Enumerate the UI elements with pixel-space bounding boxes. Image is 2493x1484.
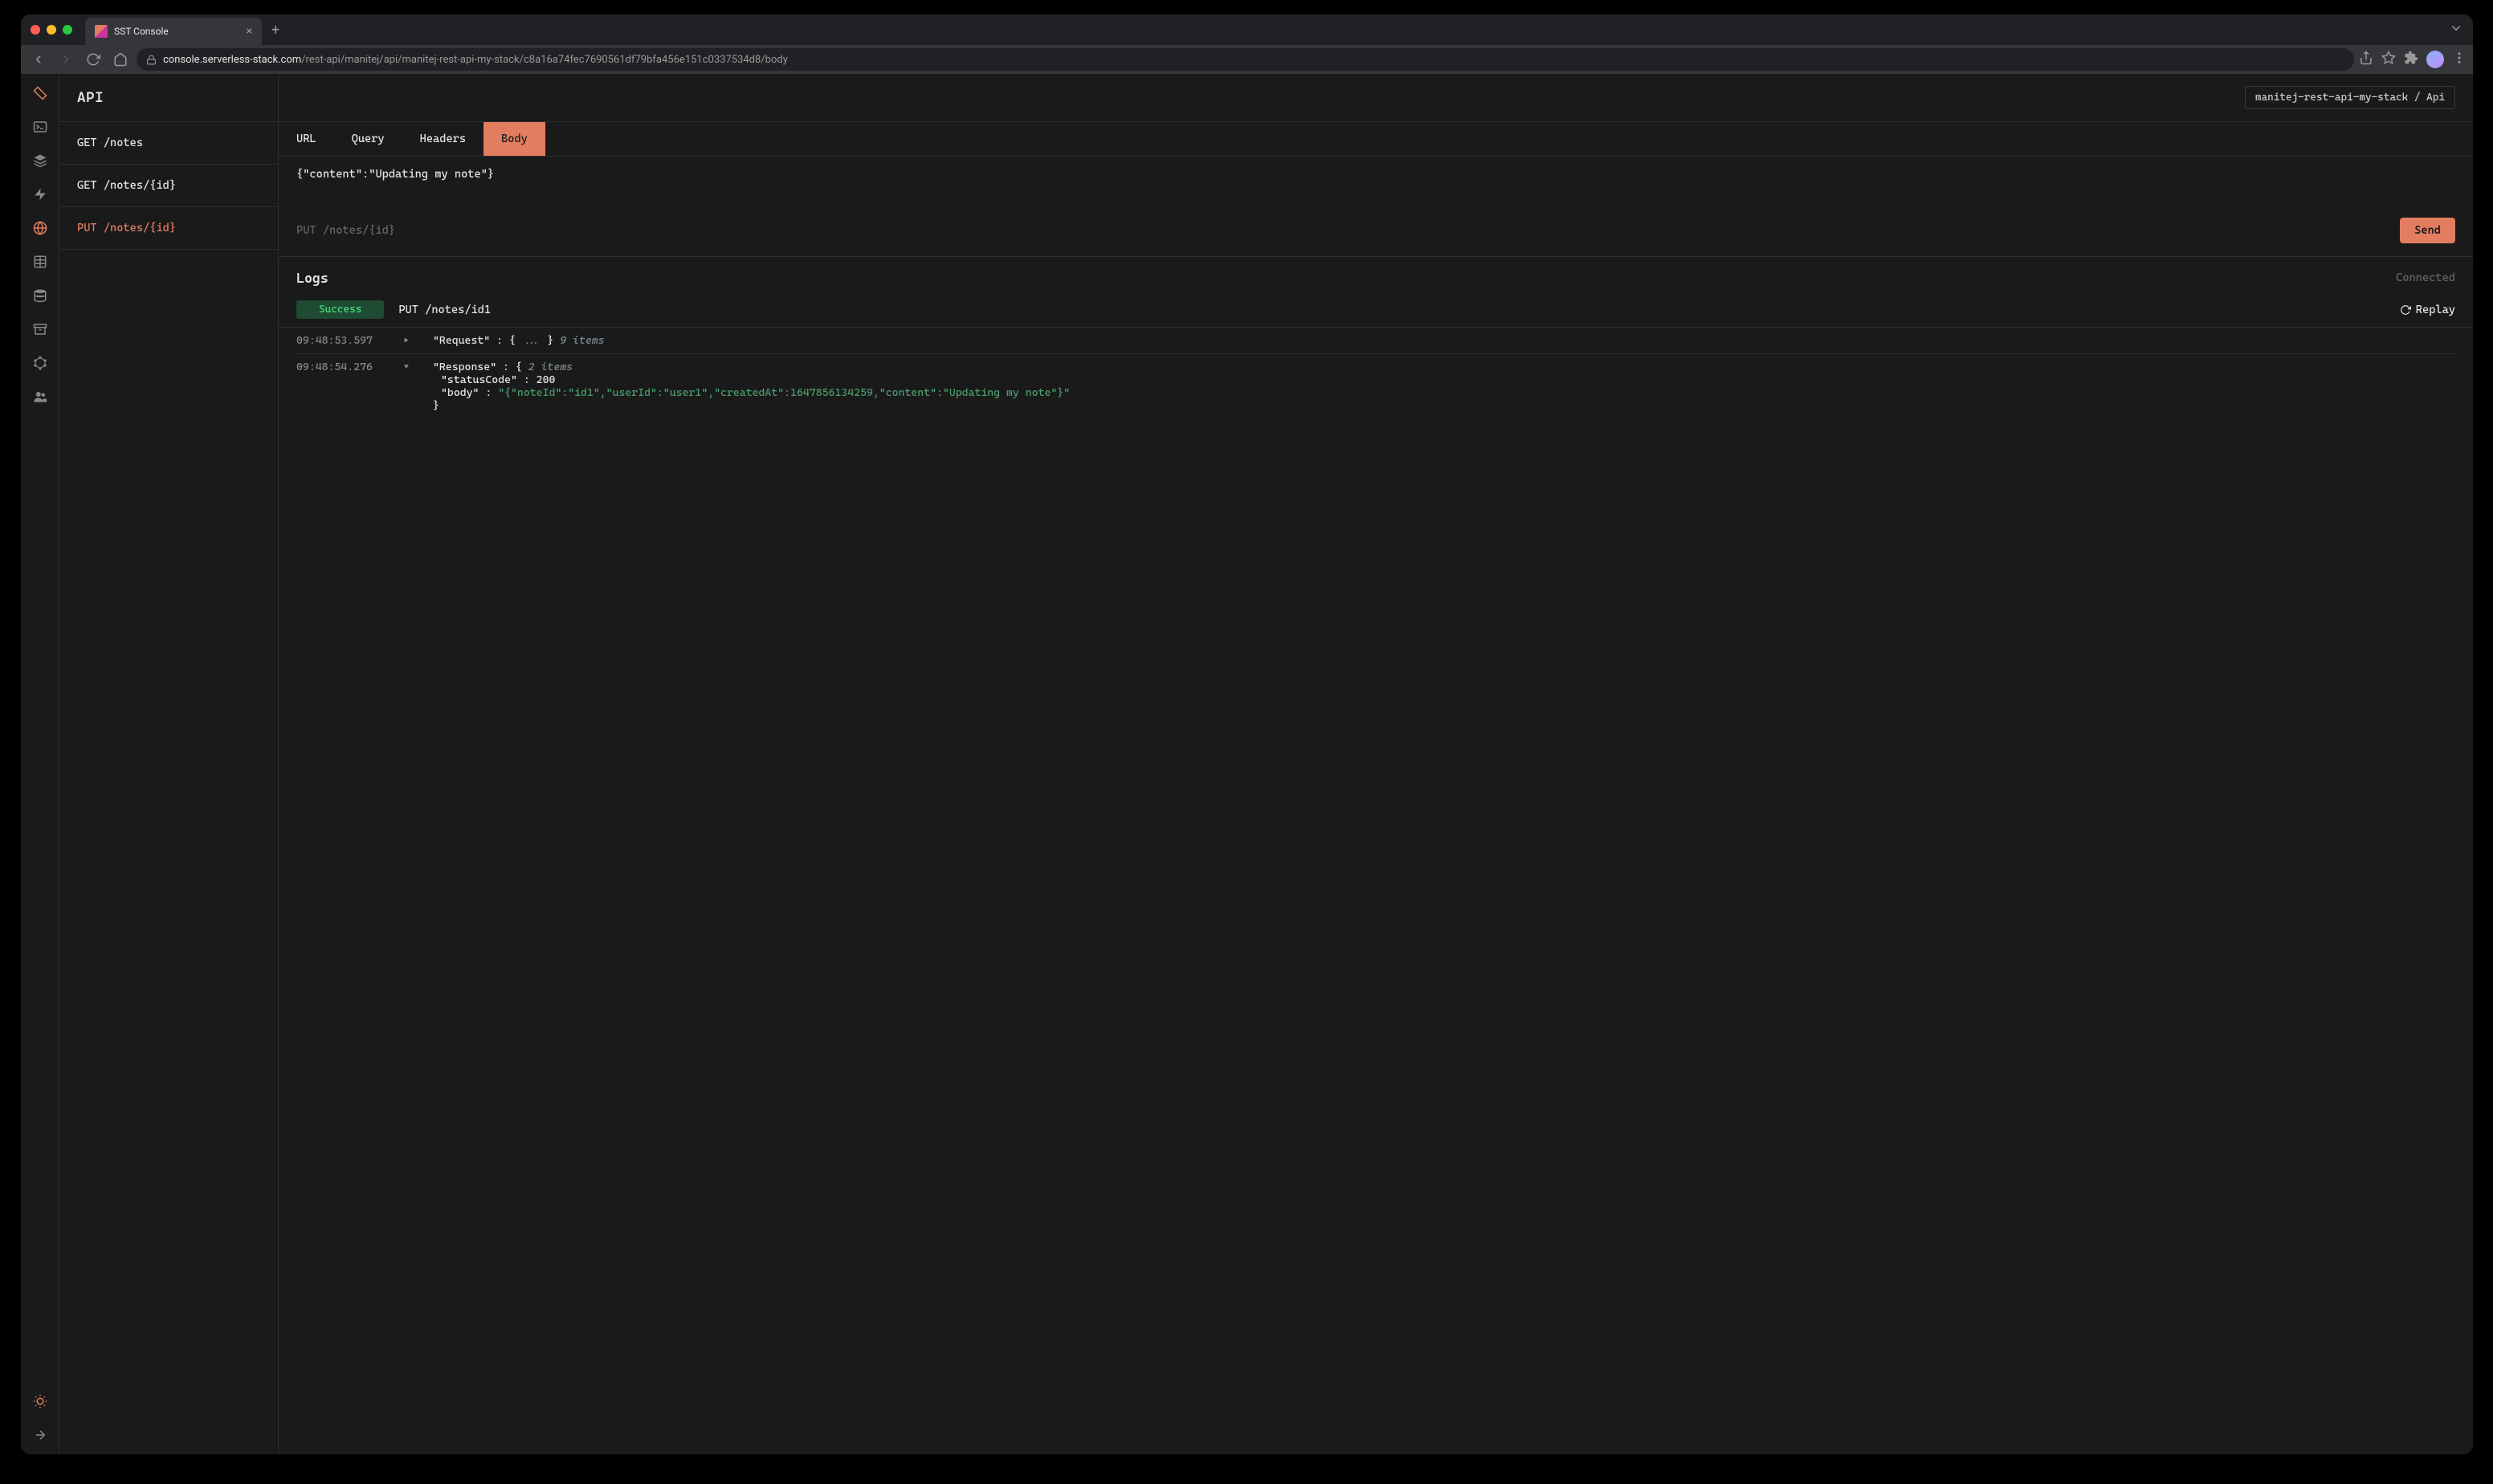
browser-toolbar: console.serverless-stack.com/rest-api/ma… bbox=[21, 45, 2473, 74]
bolt-icon[interactable] bbox=[31, 185, 50, 204]
graphql-icon[interactable] bbox=[31, 353, 50, 373]
log-json-collapsed[interactable]: "Request" : { ... } 9 items bbox=[433, 334, 2455, 347]
database-icon[interactable] bbox=[31, 286, 50, 305]
log-timestamp: 09:48:54.276 bbox=[296, 361, 385, 373]
sidebar-item-get-note-id[interactable]: GET /notes/{id} bbox=[59, 165, 278, 207]
new-tab-button[interactable]: + bbox=[271, 22, 279, 39]
request-line: PUT /notes/{id} bbox=[296, 224, 2390, 237]
chevron-down-icon[interactable] bbox=[2449, 21, 2463, 39]
expand-toggle-icon[interactable]: ▶ bbox=[404, 336, 414, 345]
forward-button[interactable] bbox=[55, 48, 77, 71]
tab-query[interactable]: Query bbox=[334, 122, 402, 156]
page-title: API bbox=[77, 89, 104, 106]
window-maximize-icon[interactable] bbox=[63, 25, 72, 35]
request-tabs: URL Query Headers Body bbox=[279, 122, 2473, 157]
endpoint-sidebar: API GET /notes GET /notes/{id} PUT /note… bbox=[59, 74, 279, 1454]
layers-icon[interactable] bbox=[31, 151, 50, 170]
icon-sidebar bbox=[21, 74, 59, 1454]
tab-close-icon[interactable]: × bbox=[247, 25, 252, 38]
archive-icon[interactable] bbox=[31, 320, 50, 339]
tab-headers[interactable]: Headers bbox=[402, 122, 484, 156]
window-minimize-icon[interactable] bbox=[47, 25, 56, 35]
tab-favicon-icon bbox=[95, 25, 108, 38]
main-content: manitej-rest-api-my-stack / Api URL Quer… bbox=[279, 74, 2473, 1454]
window-close-icon[interactable] bbox=[31, 25, 40, 35]
request-body-editor[interactable]: {"content":"Updating my note"} bbox=[279, 157, 2473, 205]
share-icon[interactable] bbox=[2359, 51, 2373, 68]
table-icon[interactable] bbox=[31, 252, 50, 271]
browser-titlebar: SST Console × + bbox=[21, 14, 2473, 45]
sidebar-item-put-note-id[interactable]: PUT /notes/{id} bbox=[59, 207, 278, 250]
extensions-icon[interactable] bbox=[2404, 51, 2418, 68]
reload-button[interactable] bbox=[82, 48, 104, 71]
address-bar[interactable]: console.serverless-stack.com/rest-api/ma… bbox=[137, 48, 2354, 71]
logo-icon[interactable] bbox=[31, 84, 50, 103]
tab-url[interactable]: URL bbox=[279, 122, 334, 156]
connection-status: Connected bbox=[2396, 271, 2455, 284]
log-timestamp: 09:48:53.597 bbox=[296, 334, 385, 347]
browser-tab[interactable]: SST Console × bbox=[85, 18, 262, 45]
profile-avatar[interactable] bbox=[2426, 51, 2444, 68]
tab-body[interactable]: Body bbox=[484, 122, 545, 156]
home-button[interactable] bbox=[109, 48, 132, 71]
refresh-icon bbox=[2400, 304, 2411, 316]
tab-title: SST Console bbox=[114, 26, 169, 37]
sidebar-item-get-notes[interactable]: GET /notes bbox=[59, 122, 278, 165]
logs-title: Logs bbox=[296, 270, 2396, 286]
log-entry-request: 09:48:53.597 ▶ "Request" : { ... } 9 ite… bbox=[279, 328, 2473, 353]
star-icon[interactable] bbox=[2381, 51, 2396, 68]
collapse-toggle-icon[interactable]: ▼ bbox=[404, 363, 414, 372]
replay-button[interactable]: Replay bbox=[2400, 304, 2455, 316]
menu-icon[interactable] bbox=[2452, 51, 2466, 68]
log-entry-response: 09:48:54.276 ▼ "Response" : { 2 items "s… bbox=[279, 354, 2473, 418]
sun-icon[interactable] bbox=[31, 1392, 50, 1411]
arrow-right-icon[interactable] bbox=[31, 1425, 50, 1445]
lock-icon bbox=[146, 55, 157, 65]
back-button[interactable] bbox=[27, 48, 50, 71]
status-badge: Success bbox=[296, 300, 384, 319]
breadcrumb[interactable]: manitej-rest-api-my-stack / Api bbox=[2245, 86, 2455, 109]
send-button[interactable]: Send bbox=[2400, 218, 2455, 243]
url-text: console.serverless-stack.com/rest-api/ma… bbox=[163, 54, 788, 66]
log-json-expanded[interactable]: "Response" : { 2 items "statusCode" : 20… bbox=[433, 361, 2455, 412]
globe-icon[interactable] bbox=[31, 218, 50, 238]
log-route: PUT /notes/id1 bbox=[398, 304, 491, 316]
users-icon[interactable] bbox=[31, 387, 50, 406]
terminal-icon[interactable] bbox=[31, 117, 50, 137]
